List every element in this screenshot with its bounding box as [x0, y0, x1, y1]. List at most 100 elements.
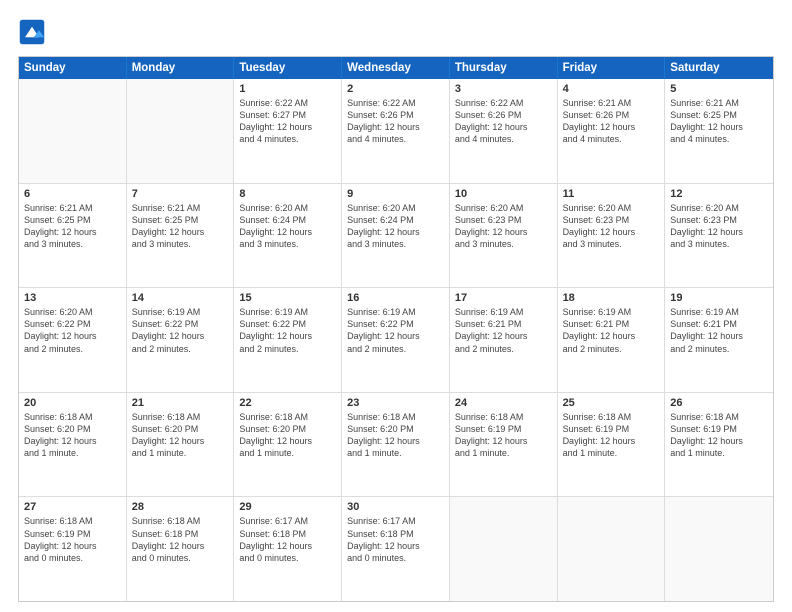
- day-detail: Sunrise: 6:21 AM Sunset: 6:25 PM Dayligh…: [24, 202, 121, 251]
- day-detail: Sunrise: 6:18 AM Sunset: 6:19 PM Dayligh…: [563, 411, 660, 460]
- day-detail: Sunrise: 6:22 AM Sunset: 6:26 PM Dayligh…: [455, 97, 552, 146]
- day-number: 16: [347, 292, 444, 304]
- day-number: 24: [455, 397, 552, 409]
- empty-cell-0-0: [19, 79, 127, 183]
- day-number: 18: [563, 292, 660, 304]
- day-cell-28: 28 Sunrise: 6:18 AM Sunset: 6:18 PM Dayli…: [127, 497, 235, 601]
- day-detail: Sunrise: 6:17 AM Sunset: 6:18 PM Dayligh…: [239, 515, 336, 564]
- day-number: 15: [239, 292, 336, 304]
- day-cell-17: 17 Sunrise: 6:19 AM Sunset: 6:21 PM Dayli…: [450, 288, 558, 392]
- day-detail: Sunrise: 6:18 AM Sunset: 6:20 PM Dayligh…: [132, 411, 229, 460]
- day-number: 10: [455, 188, 552, 200]
- day-detail: Sunrise: 6:22 AM Sunset: 6:27 PM Dayligh…: [239, 97, 336, 146]
- week-row-4: 27 Sunrise: 6:18 AM Sunset: 6:19 PM Dayli…: [19, 497, 773, 601]
- header-day-tuesday: Tuesday: [234, 57, 342, 79]
- day-detail: Sunrise: 6:18 AM Sunset: 6:18 PM Dayligh…: [132, 515, 229, 564]
- empty-cell-4-5: [558, 497, 666, 601]
- day-detail: Sunrise: 6:18 AM Sunset: 6:19 PM Dayligh…: [670, 411, 768, 460]
- day-number: 6: [24, 188, 121, 200]
- day-number: 2: [347, 83, 444, 95]
- day-cell-18: 18 Sunrise: 6:19 AM Sunset: 6:21 PM Dayli…: [558, 288, 666, 392]
- empty-cell-4-6: [665, 497, 773, 601]
- day-number: 7: [132, 188, 229, 200]
- day-detail: Sunrise: 6:19 AM Sunset: 6:22 PM Dayligh…: [347, 306, 444, 355]
- day-cell-20: 20 Sunrise: 6:18 AM Sunset: 6:20 PM Dayli…: [19, 393, 127, 497]
- day-number: 14: [132, 292, 229, 304]
- header-day-friday: Friday: [558, 57, 666, 79]
- day-number: 11: [563, 188, 660, 200]
- header-day-sunday: Sunday: [19, 57, 127, 79]
- day-detail: Sunrise: 6:20 AM Sunset: 6:23 PM Dayligh…: [670, 202, 768, 251]
- day-detail: Sunrise: 6:19 AM Sunset: 6:21 PM Dayligh…: [563, 306, 660, 355]
- day-cell-9: 9 Sunrise: 6:20 AM Sunset: 6:24 PM Daylig…: [342, 184, 450, 288]
- header: [18, 18, 774, 46]
- day-detail: Sunrise: 6:18 AM Sunset: 6:20 PM Dayligh…: [239, 411, 336, 460]
- day-cell-21: 21 Sunrise: 6:18 AM Sunset: 6:20 PM Dayli…: [127, 393, 235, 497]
- day-detail: Sunrise: 6:21 AM Sunset: 6:25 PM Dayligh…: [670, 97, 768, 146]
- logo-icon: [18, 18, 46, 46]
- day-number: 27: [24, 501, 121, 513]
- day-cell-19: 19 Sunrise: 6:19 AM Sunset: 6:21 PM Dayli…: [665, 288, 773, 392]
- day-number: 26: [670, 397, 768, 409]
- day-number: 13: [24, 292, 121, 304]
- day-cell-26: 26 Sunrise: 6:18 AM Sunset: 6:19 PM Dayli…: [665, 393, 773, 497]
- day-cell-11: 11 Sunrise: 6:20 AM Sunset: 6:23 PM Dayli…: [558, 184, 666, 288]
- logo: [18, 18, 50, 46]
- day-cell-3: 3 Sunrise: 6:22 AM Sunset: 6:26 PM Daylig…: [450, 79, 558, 183]
- week-row-3: 20 Sunrise: 6:18 AM Sunset: 6:20 PM Dayli…: [19, 393, 773, 498]
- day-cell-13: 13 Sunrise: 6:20 AM Sunset: 6:22 PM Dayli…: [19, 288, 127, 392]
- day-number: 20: [24, 397, 121, 409]
- day-cell-23: 23 Sunrise: 6:18 AM Sunset: 6:20 PM Dayli…: [342, 393, 450, 497]
- day-number: 17: [455, 292, 552, 304]
- day-cell-12: 12 Sunrise: 6:20 AM Sunset: 6:23 PM Dayli…: [665, 184, 773, 288]
- day-cell-7: 7 Sunrise: 6:21 AM Sunset: 6:25 PM Daylig…: [127, 184, 235, 288]
- day-number: 22: [239, 397, 336, 409]
- header-day-thursday: Thursday: [450, 57, 558, 79]
- day-detail: Sunrise: 6:20 AM Sunset: 6:22 PM Dayligh…: [24, 306, 121, 355]
- day-detail: Sunrise: 6:21 AM Sunset: 6:25 PM Dayligh…: [132, 202, 229, 251]
- day-detail: Sunrise: 6:18 AM Sunset: 6:20 PM Dayligh…: [347, 411, 444, 460]
- day-cell-15: 15 Sunrise: 6:19 AM Sunset: 6:22 PM Dayli…: [234, 288, 342, 392]
- day-detail: Sunrise: 6:20 AM Sunset: 6:24 PM Dayligh…: [239, 202, 336, 251]
- day-cell-24: 24 Sunrise: 6:18 AM Sunset: 6:19 PM Dayli…: [450, 393, 558, 497]
- day-number: 29: [239, 501, 336, 513]
- calendar: SundayMondayTuesdayWednesdayThursdayFrid…: [18, 56, 774, 602]
- day-cell-8: 8 Sunrise: 6:20 AM Sunset: 6:24 PM Daylig…: [234, 184, 342, 288]
- week-row-1: 6 Sunrise: 6:21 AM Sunset: 6:25 PM Daylig…: [19, 184, 773, 289]
- day-detail: Sunrise: 6:19 AM Sunset: 6:22 PM Dayligh…: [239, 306, 336, 355]
- day-cell-2: 2 Sunrise: 6:22 AM Sunset: 6:26 PM Daylig…: [342, 79, 450, 183]
- day-number: 19: [670, 292, 768, 304]
- day-detail: Sunrise: 6:18 AM Sunset: 6:20 PM Dayligh…: [24, 411, 121, 460]
- day-number: 5: [670, 83, 768, 95]
- day-detail: Sunrise: 6:21 AM Sunset: 6:26 PM Dayligh…: [563, 97, 660, 146]
- day-cell-27: 27 Sunrise: 6:18 AM Sunset: 6:19 PM Dayli…: [19, 497, 127, 601]
- day-detail: Sunrise: 6:19 AM Sunset: 6:22 PM Dayligh…: [132, 306, 229, 355]
- day-number: 9: [347, 188, 444, 200]
- day-number: 23: [347, 397, 444, 409]
- day-cell-6: 6 Sunrise: 6:21 AM Sunset: 6:25 PM Daylig…: [19, 184, 127, 288]
- day-cell-4: 4Sunrise: 6:21 AM Sunset: 6:26 PM Daylig…: [558, 79, 666, 183]
- day-cell-16: 16 Sunrise: 6:19 AM Sunset: 6:22 PM Dayli…: [342, 288, 450, 392]
- day-number: 12: [670, 188, 768, 200]
- day-detail: Sunrise: 6:18 AM Sunset: 6:19 PM Dayligh…: [455, 411, 552, 460]
- header-day-monday: Monday: [127, 57, 235, 79]
- day-number: 8: [239, 188, 336, 200]
- day-detail: Sunrise: 6:18 AM Sunset: 6:19 PM Dayligh…: [24, 515, 121, 564]
- page: SundayMondayTuesdayWednesdayThursdayFrid…: [0, 0, 792, 612]
- day-detail: Sunrise: 6:19 AM Sunset: 6:21 PM Dayligh…: [670, 306, 768, 355]
- day-cell-29: 29 Sunrise: 6:17 AM Sunset: 6:18 PM Dayli…: [234, 497, 342, 601]
- day-detail: Sunrise: 6:19 AM Sunset: 6:21 PM Dayligh…: [455, 306, 552, 355]
- day-detail: Sunrise: 6:20 AM Sunset: 6:23 PM Dayligh…: [563, 202, 660, 251]
- day-number: 1: [239, 83, 336, 95]
- day-cell-30: 30Sunrise: 6:17 AM Sunset: 6:18 PM Dayli…: [342, 497, 450, 601]
- day-detail: Sunrise: 6:22 AM Sunset: 6:26 PM Dayligh…: [347, 97, 444, 146]
- day-cell-22: 22 Sunrise: 6:18 AM Sunset: 6:20 PM Dayli…: [234, 393, 342, 497]
- day-number: 30: [347, 501, 444, 513]
- day-number: 25: [563, 397, 660, 409]
- day-cell-1: 1 Sunrise: 6:22 AM Sunset: 6:27 PM Daylig…: [234, 79, 342, 183]
- calendar-body: 1 Sunrise: 6:22 AM Sunset: 6:27 PM Daylig…: [19, 79, 773, 601]
- day-detail: Sunrise: 6:20 AM Sunset: 6:24 PM Dayligh…: [347, 202, 444, 251]
- day-number: 21: [132, 397, 229, 409]
- day-number: 3: [455, 83, 552, 95]
- day-number: 28: [132, 501, 229, 513]
